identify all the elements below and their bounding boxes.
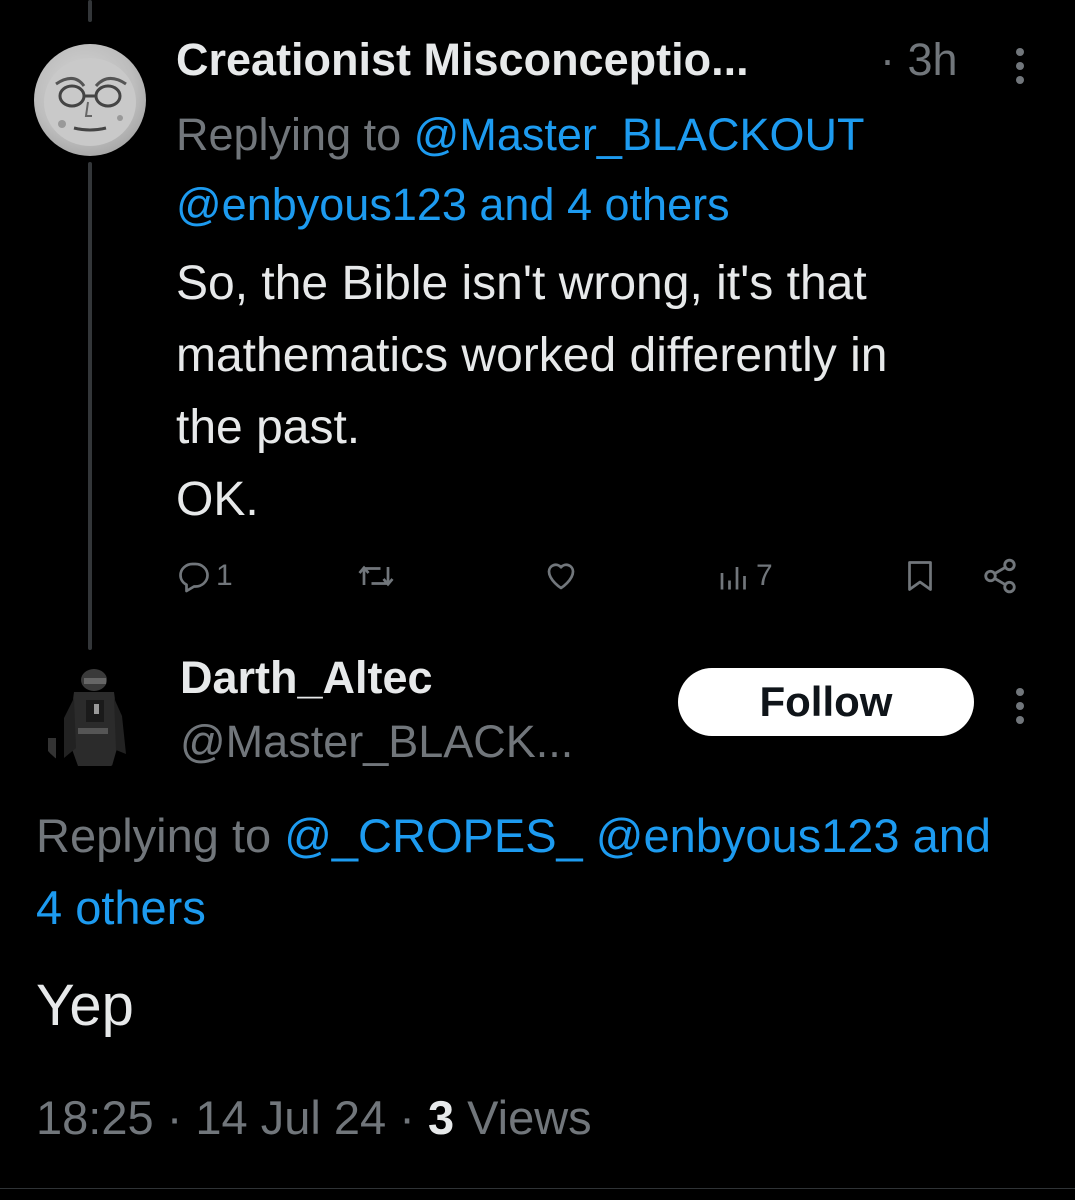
separator: · <box>166 1091 183 1144</box>
views-icon <box>720 567 746 590</box>
tweet-text: So, the Bible isn't wrong, it's that mat… <box>176 248 1056 536</box>
display-name[interactable]: Creationist Misconceptio... <box>176 34 749 86</box>
thread-line <box>88 162 92 650</box>
more-vertical-icon[interactable] <box>1008 686 1032 726</box>
replying-prefix: Replying to <box>176 109 402 160</box>
mention-link[interactable]: @Master_BLACKOUT <box>414 109 865 160</box>
timestamp[interactable]: · 3h <box>880 34 958 86</box>
avatar[interactable] <box>34 658 146 770</box>
retweet-icon <box>358 565 394 587</box>
display-name[interactable]: Darth_Altec <box>180 652 433 704</box>
replying-to: Replying to @Master_BLACKOUT @enbyous123… <box>176 100 1036 240</box>
mention-link[interactable]: 4 others <box>36 872 1075 944</box>
bookmark-button[interactable] <box>902 556 938 596</box>
like-button[interactable] <box>542 556 580 596</box>
share-button[interactable] <box>980 556 1020 596</box>
avatar-face-icon <box>44 58 136 146</box>
tweet-text: Yep <box>36 973 134 1038</box>
bookmark-icon <box>908 561 932 591</box>
retweet-button[interactable] <box>356 556 396 596</box>
heart-icon <box>547 563 575 590</box>
separator: · <box>399 1091 415 1144</box>
tweet-metadata: 18:25 · 14 Jul 24 · 3 Views <box>36 1090 592 1145</box>
tweet-text-line: OK. <box>176 473 259 526</box>
replying-prefix: Replying to <box>36 809 272 862</box>
reply-button[interactable]: 1 <box>176 556 233 596</box>
views-count: 7 <box>756 559 773 592</box>
avatar[interactable] <box>34 44 146 156</box>
replying-to: Replying to @_CROPES_ @enbyous123 and 4 … <box>36 800 1075 944</box>
tweet-text-line: mathematics worked differently in <box>176 329 888 382</box>
mention-link[interactable]: @_CROPES_ @enbyous123 and <box>284 809 991 862</box>
views-count: 3 <box>427 1091 455 1144</box>
views-label: Views <box>467 1091 592 1144</box>
reply-icon <box>179 562 209 593</box>
tweet-text-line: the past. <box>176 401 361 454</box>
share-icon <box>984 558 1016 594</box>
tweet-date[interactable]: 14 Jul 24 <box>195 1091 386 1144</box>
more-vertical-icon[interactable] <box>1008 46 1032 86</box>
divider <box>0 1188 1075 1189</box>
separator: · <box>880 34 895 85</box>
time-label[interactable]: 3h <box>908 34 958 85</box>
avatar-soldier-icon <box>34 658 146 770</box>
views-button[interactable]: 7 <box>716 556 773 596</box>
reply-count: 1 <box>216 559 233 592</box>
follow-button[interactable]: Follow <box>678 668 974 736</box>
tweet-time[interactable]: 18:25 <box>36 1091 154 1144</box>
tweet-text-line: So, the Bible isn't wrong, it's that <box>176 257 867 310</box>
mention-link[interactable]: @enbyous123 and 4 others <box>176 179 730 230</box>
thread-line <box>88 0 92 22</box>
user-handle[interactable]: @Master_BLACK... <box>180 716 573 768</box>
